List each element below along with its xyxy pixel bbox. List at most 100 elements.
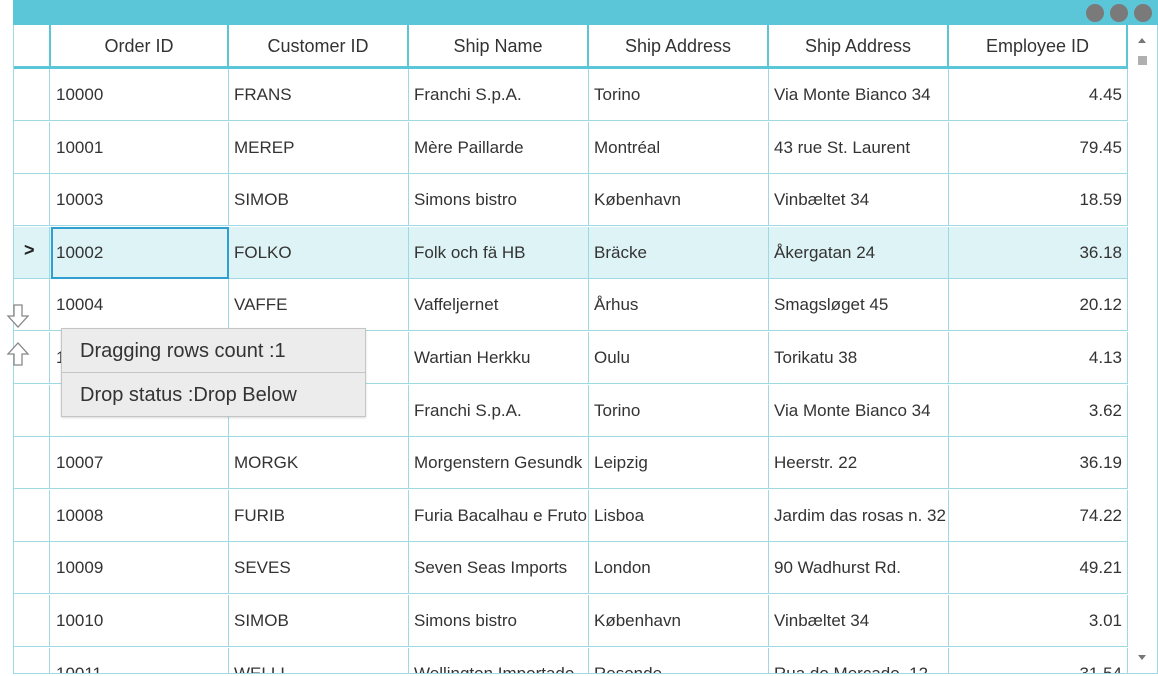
customer-id-cell[interactable]: MORGK xyxy=(229,437,409,490)
row-indicator[interactable] xyxy=(14,121,50,174)
order-id-cell[interactable]: 10000 xyxy=(51,69,229,121)
ship-name-cell[interactable]: Morgenstern Gesundk xyxy=(409,437,589,490)
customer-id-cell[interactable]: FRANS xyxy=(229,69,409,121)
ship-city-cell[interactable]: Leipzig xyxy=(589,437,769,490)
order-id-cell[interactable]: 10011 xyxy=(51,647,229,673)
column-header-employee-id[interactable]: Employee ID xyxy=(949,25,1128,66)
row-indicator[interactable] xyxy=(14,595,50,647)
order-id-cell[interactable]: 10004 xyxy=(51,279,229,332)
order-id-cell[interactable]: 10009 xyxy=(51,542,229,595)
table-row[interactable]: 10008 FURIB Furia Bacalhau e Fruto Lisboa Ja… xyxy=(14,489,1128,542)
scroll-down-arrow-icon[interactable] xyxy=(1138,655,1146,660)
employee-id-cell[interactable]: 74.22 xyxy=(949,489,1128,542)
employee-id-cell[interactable]: 36.18 xyxy=(949,226,1128,279)
column-header-customer-id[interactable]: Customer ID xyxy=(229,25,409,66)
ship-name-cell[interactable]: Mère Paillarde xyxy=(409,121,589,174)
order-id-cell[interactable]: 10002 xyxy=(51,226,229,279)
customer-id-cell[interactable]: VAFFE xyxy=(229,279,409,332)
customer-id-cell[interactable]: SIMOB xyxy=(229,595,409,647)
row-indicator[interactable] xyxy=(14,489,50,542)
window-control-button[interactable] xyxy=(1086,4,1104,22)
table-row[interactable]: 10007 MORGK Morgenstern Gesundk Leipzig Heer… xyxy=(14,437,1128,490)
ship-city-cell[interactable]: Torino xyxy=(589,69,769,121)
employee-id-cell[interactable]: 31.54 xyxy=(949,647,1128,673)
ship-name-cell[interactable]: Franchi S.p.A. xyxy=(409,384,589,437)
employee-id-cell[interactable]: 4.45 xyxy=(949,69,1128,121)
ship-name-cell[interactable]: Seven Seas Imports xyxy=(409,542,589,595)
ship-city-cell[interactable]: Montréal xyxy=(589,121,769,174)
row-indicator[interactable] xyxy=(14,647,50,673)
employee-id-cell[interactable]: 4.13 xyxy=(949,332,1128,384)
ship-city-cell[interactable]: Lisboa xyxy=(589,489,769,542)
employee-id-cell[interactable]: 3.62 xyxy=(949,384,1128,437)
ship-name-cell[interactable]: Furia Bacalhau e Fruto xyxy=(409,489,589,542)
window-control-button[interactable] xyxy=(1110,4,1128,22)
customer-id-cell[interactable]: WELLI xyxy=(229,647,409,673)
ship-address-cell[interactable]: Vinbæltet 34 xyxy=(769,174,949,227)
vertical-scrollbar[interactable] xyxy=(1129,25,1157,673)
ship-address-cell[interactable]: Via Monte Bianco 34 xyxy=(769,384,949,437)
row-indicator[interactable] xyxy=(14,174,50,227)
ship-name-cell[interactable]: Vaffeljernet xyxy=(409,279,589,332)
order-id-cell[interactable]: 10001 xyxy=(51,121,229,174)
employee-id-cell[interactable]: 36.19 xyxy=(949,437,1128,490)
ship-address-cell[interactable]: Torikatu 38 xyxy=(769,332,949,384)
table-row[interactable]: 10011 WELLI Wellington Importado Resende Rua… xyxy=(14,647,1128,673)
ship-address-cell[interactable]: 90 Wadhurst Rd. xyxy=(769,542,949,595)
ship-name-cell[interactable]: Folk och fä HB xyxy=(409,226,589,279)
row-indicator[interactable] xyxy=(14,384,50,437)
customer-id-cell[interactable]: MEREP xyxy=(229,121,409,174)
ship-address-cell[interactable]: Rua do Mercado, 12 xyxy=(769,647,949,673)
ship-address-cell[interactable]: Via Monte Bianco 34 xyxy=(769,69,949,121)
scroll-up-arrow-icon[interactable] xyxy=(1138,38,1146,43)
ship-name-cell[interactable]: Franchi S.p.A. xyxy=(409,69,589,121)
table-row[interactable]: 10009 SEVES Seven Seas Imports London 90 Wad… xyxy=(14,542,1128,595)
row-indicator[interactable]: > xyxy=(14,226,50,279)
ship-city-cell[interactable]: Torino xyxy=(589,384,769,437)
customer-id-cell[interactable]: FOLKO xyxy=(229,226,409,279)
ship-city-cell[interactable]: Århus xyxy=(589,279,769,332)
ship-address-cell[interactable]: Åkergatan 24 xyxy=(769,226,949,279)
ship-name-cell[interactable]: Simons bistro xyxy=(409,174,589,227)
row-indicator[interactable] xyxy=(14,542,50,595)
ship-city-cell[interactable]: København xyxy=(589,595,769,647)
table-row[interactable]: >10002 FOLKO Folk och fä HB Bräcke Åkergatan… xyxy=(14,226,1128,279)
ship-address-cell[interactable]: Heerstr. 22 xyxy=(769,437,949,490)
row-indicator[interactable] xyxy=(14,69,50,121)
window-control-button[interactable] xyxy=(1134,4,1152,22)
ship-city-cell[interactable]: Bräcke xyxy=(589,226,769,279)
ship-address-cell[interactable]: Vinbæltet 34 xyxy=(769,595,949,647)
employee-id-cell[interactable]: 3.01 xyxy=(949,595,1128,647)
column-header-ship-address[interactable]: Ship Address xyxy=(769,25,949,66)
customer-id-cell[interactable]: SEVES xyxy=(229,542,409,595)
order-id-cell[interactable]: 10008 xyxy=(51,489,229,542)
table-row[interactable]: 10010 SIMOB Simons bistro København Vinbælte… xyxy=(14,595,1128,647)
customer-id-cell[interactable]: FURIB xyxy=(229,489,409,542)
order-id-cell[interactable]: 10003 xyxy=(51,174,229,227)
employee-id-cell[interactable]: 79.45 xyxy=(949,121,1128,174)
column-header-ship-city[interactable]: Ship Address xyxy=(589,25,769,66)
ship-address-cell[interactable]: 43 rue St. Laurent xyxy=(769,121,949,174)
table-row[interactable]: 10000 FRANS Franchi S.p.A. Torino Via Monte … xyxy=(14,69,1128,121)
column-header-order-id[interactable]: Order ID xyxy=(51,25,229,66)
column-header-ship-name[interactable]: Ship Name xyxy=(409,25,589,66)
ship-address-cell[interactable]: Smagsløget 45 xyxy=(769,279,949,332)
employee-id-cell[interactable]: 18.59 xyxy=(949,174,1128,227)
table-row[interactable]: 10001 MEREP Mère Paillarde Montréal 43 rue S… xyxy=(14,121,1128,174)
ship-city-cell[interactable]: Resende xyxy=(589,647,769,673)
employee-id-cell[interactable]: 49.21 xyxy=(949,542,1128,595)
order-id-cell[interactable]: 10007 xyxy=(51,437,229,490)
ship-name-cell[interactable]: Simons bistro xyxy=(409,595,589,647)
customer-id-cell[interactable]: SIMOB xyxy=(229,174,409,227)
table-row[interactable]: 10003 SIMOB Simons bistro København Vinbælte… xyxy=(14,174,1128,227)
employee-id-cell[interactable]: 20.12 xyxy=(949,279,1128,332)
ship-city-cell[interactable]: København xyxy=(589,174,769,227)
ship-name-cell[interactable]: Wellington Importado xyxy=(409,647,589,673)
ship-city-cell[interactable]: Oulu xyxy=(589,332,769,384)
table-row[interactable]: 10004 VAFFE Vaffeljernet Århus Smagsløget 45… xyxy=(14,279,1128,332)
ship-city-cell[interactable]: London xyxy=(589,542,769,595)
ship-address-cell[interactable]: Jardim das rosas n. 32 xyxy=(769,489,949,542)
order-id-cell[interactable]: 10010 xyxy=(51,595,229,647)
scroll-thumb[interactable] xyxy=(1138,56,1147,65)
ship-name-cell[interactable]: Wartian Herkku xyxy=(409,332,589,384)
